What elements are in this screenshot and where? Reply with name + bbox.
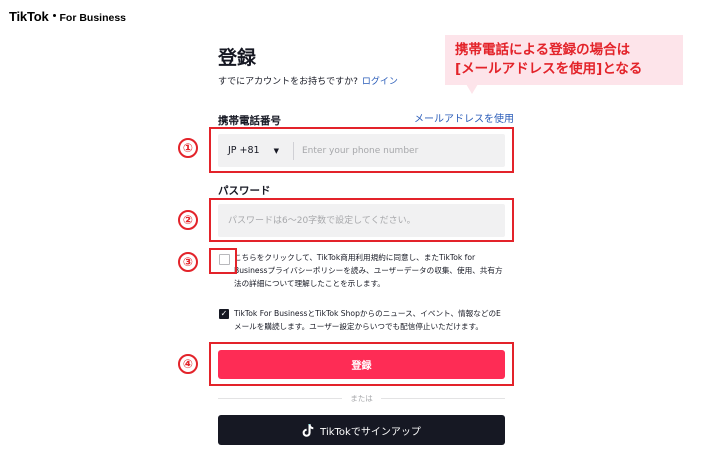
highlight-box-register: [209, 342, 514, 386]
page-title: 登録: [218, 47, 257, 69]
annotation-callout: 携帯電話による登録の場合は [メールアドレスを使用]となる: [445, 35, 683, 85]
login-link[interactable]: ログイン: [362, 77, 398, 87]
divider-line-right: [380, 398, 505, 399]
terms-text: こちらをクリックして、TikTok商用利用規約に同意し、またTikTok for…: [234, 253, 503, 288]
marker-4: ④: [178, 354, 198, 374]
password-label: パスワード: [218, 185, 271, 197]
tiktok-signup-button[interactable]: TikTokでサインアップ: [218, 415, 505, 445]
callout-line-2: [メールアドレスを使用]となる: [455, 61, 643, 77]
marketing-text: TikTok For BusinessとTikTok Shopからのニュース、イ…: [234, 309, 501, 331]
tiktok-signup-label: TikTokでサインアップ: [320, 426, 421, 438]
marker-2: ②: [178, 210, 198, 230]
tiktok-icon: [302, 423, 314, 437]
or-text: または: [350, 394, 373, 403]
callout-tail: [466, 84, 478, 94]
highlight-box-password: [209, 198, 514, 242]
highlight-box-phone: [209, 127, 514, 173]
login-prompt: すでにアカウントをお持ちですか?: [218, 77, 358, 87]
phone-label: 携帯電話番号: [218, 115, 281, 127]
highlight-box-terms-checkbox: [209, 248, 237, 274]
marker-3: ③: [178, 252, 198, 272]
marketing-checkbox[interactable]: ✓: [219, 309, 229, 319]
login-prompt-row: すでにアカウントをお持ちですか? ログイン: [218, 74, 398, 87]
checkmark-icon: ✓: [220, 309, 228, 318]
marker-1: ①: [178, 138, 198, 158]
logo-dot-icon: [52, 14, 56, 17]
tiktok-for-business-logo[interactable]: TikTok For Business: [9, 9, 126, 24]
callout-line-1: 携帯電話による登録の場合は: [455, 42, 631, 58]
logo-suffix: For Business: [59, 12, 127, 24]
logo-text: TikTok: [9, 9, 49, 24]
or-divider: または: [218, 393, 505, 404]
divider-line-left: [218, 398, 343, 399]
use-email-link[interactable]: メールアドレスを使用: [414, 110, 514, 125]
